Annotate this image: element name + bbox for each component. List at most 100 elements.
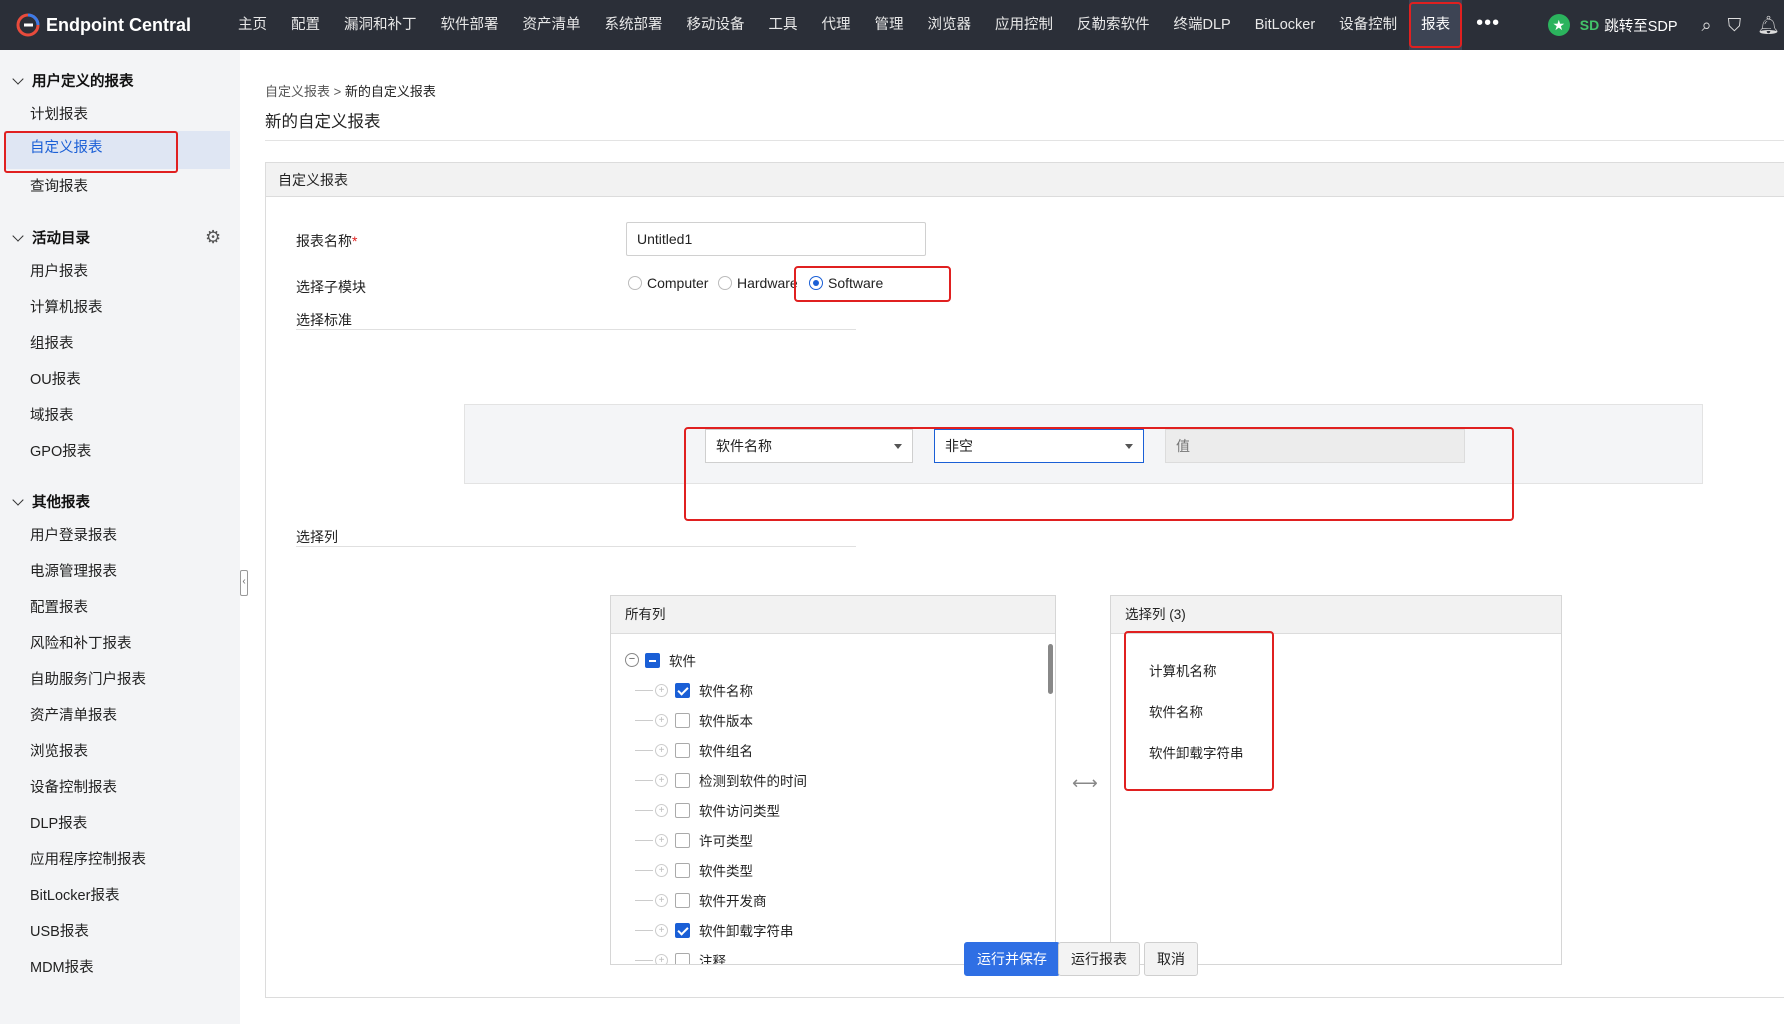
sidebar-item-power-management-reports[interactable]: 电源管理报表 [30, 560, 117, 581]
selected-column-item[interactable]: 软件名称 [1149, 701, 1203, 721]
sidebar-item-browser-reports[interactable]: 浏览报表 [30, 740, 88, 761]
sidebar-item-bitlocker-reports[interactable]: BitLocker报表 [30, 884, 119, 905]
nav-bitlocker[interactable]: BitLocker [1243, 0, 1327, 50]
nav-reports[interactable]: 报表 [1409, 0, 1463, 50]
sidebar-item-mdm-reports[interactable]: MDM报表 [30, 956, 94, 977]
tree-item-checkbox[interactable] [675, 862, 690, 878]
nav-app-control[interactable]: 应用控制 [983, 0, 1065, 50]
sidebar-item-computer-reports[interactable]: 计算机报表 [30, 296, 103, 317]
nav-admin[interactable]: 管理 [863, 0, 916, 50]
nav-vulnerability-patch[interactable]: 漏洞和补丁 [332, 0, 429, 50]
criteria-field-select[interactable]: 软件名称 [705, 429, 913, 463]
nav-home[interactable]: 主页 [226, 0, 279, 50]
tree-item-checkbox[interactable] [675, 772, 690, 788]
nav-agent[interactable]: 代理 [810, 0, 863, 50]
main-content: 自定义报表 > 新的自定义报表 新的自定义报表 自定义报表 报表名称* 选择子模… [265, 50, 1784, 1024]
nav-device-control[interactable]: 设备控制 [1327, 0, 1409, 50]
nav-anti-ransomware[interactable]: 反勒索软件 [1065, 0, 1162, 50]
gear-icon[interactable]: ⚙ [205, 227, 221, 248]
nav-mobile-devices[interactable]: 移动设备 [675, 0, 757, 50]
selected-column-item[interactable]: 软件卸载字符串 [1149, 742, 1244, 762]
tree-connector [635, 839, 653, 841]
main-nav: 主页 配置 漏洞和补丁 软件部署 资产清单 系统部署 移动设备 工具 代理 管理… [226, 0, 1514, 50]
sidebar-item-configuration-reports[interactable]: 配置报表 [30, 596, 88, 617]
tree-item[interactable]: + 许可类型 [635, 830, 753, 850]
tree-root-checkbox[interactable] [645, 652, 660, 668]
nav-tools[interactable]: 工具 [757, 0, 810, 50]
tree-item-checkbox[interactable] [675, 742, 690, 758]
expand-plus-icon: + [655, 893, 668, 907]
breadcrumb-parent[interactable]: 自定义报表 [265, 84, 330, 99]
collapse-minus-icon[interactable]: − [625, 653, 639, 667]
radio-label: Software [828, 275, 884, 291]
nav-os-deployment[interactable]: 系统部署 [593, 0, 675, 50]
sidebar-collapse-handle[interactable]: ‹ [240, 570, 248, 596]
sidebar-section-active-directory[interactable]: 活动目录 [10, 227, 90, 248]
sidebar-item-risk-patch-reports[interactable]: 风险和补丁报表 [30, 632, 132, 653]
sidebar-item-app-control-reports[interactable]: 应用程序控制报表 [30, 848, 146, 869]
tree-item-checkbox[interactable] [675, 892, 690, 908]
tree-item-checkbox[interactable] [675, 802, 690, 818]
shield-icon[interactable]: ⛉ [1728, 15, 1742, 36]
nav-inventory[interactable]: 资产清单 [511, 0, 593, 50]
criteria-operator-select[interactable]: 非空 [934, 429, 1144, 463]
star-icon[interactable]: ★ [1547, 14, 1570, 36]
sidebar-item-domain-reports[interactable]: 域报表 [30, 404, 74, 425]
tree-item[interactable]: + 软件版本 [635, 710, 753, 730]
tree-connector [635, 719, 653, 721]
sidebar-item-ou-reports[interactable]: OU报表 [30, 368, 81, 389]
tree-item[interactable]: + 软件开发商 [635, 890, 767, 910]
selected-column-item[interactable]: 计算机名称 [1149, 660, 1217, 680]
scrollbar-thumb[interactable] [1048, 644, 1053, 694]
expand-plus-icon: + [655, 713, 668, 727]
sidebar-item-scheduled-reports[interactable]: 计划报表 [30, 103, 88, 124]
more-menu-icon[interactable]: ••• [1462, 0, 1514, 50]
tree-item[interactable]: + 注释 [635, 950, 726, 964]
endpoint-central-logo-icon [16, 13, 40, 37]
sidebar-item-gpo-reports[interactable]: GPO报表 [30, 440, 91, 461]
sidebar-section-user-defined[interactable]: 用户定义的报表 [10, 70, 134, 91]
run-and-save-button[interactable]: 运行并保存 [964, 942, 1060, 976]
sidebar-item-inventory-reports[interactable]: 资产清单报表 [30, 704, 117, 725]
sidebar-item-group-reports[interactable]: 组报表 [30, 332, 74, 353]
cancel-button[interactable]: 取消 [1144, 942, 1198, 976]
nav-software-deployment[interactable]: 软件部署 [429, 0, 511, 50]
sidebar-item-device-control-reports[interactable]: 设备控制报表 [30, 776, 117, 797]
run-report-button[interactable]: 运行报表 [1058, 942, 1140, 976]
radio-software[interactable]: Software [809, 275, 883, 291]
criteria-label: 选择标准 [296, 312, 352, 328]
criteria-value-input[interactable] [1165, 429, 1465, 463]
sidebar-item-user-reports[interactable]: 用户报表 [30, 260, 88, 281]
tree-root[interactable]: − 软件 [625, 650, 696, 670]
expand-plus-icon: + [655, 773, 668, 787]
sidebar-item-query-reports[interactable]: 查询报表 [30, 175, 88, 196]
tree-item-checkbox[interactable] [675, 922, 690, 938]
sidebar-item-custom-reports[interactable]: 自定义报表 [4, 131, 230, 173]
search-icon[interactable]: ⌕ [1702, 15, 1712, 36]
tree-item[interactable]: + 软件类型 [635, 860, 753, 880]
radio-hardware[interactable]: Hardware [718, 275, 798, 291]
report-name-input[interactable] [626, 222, 926, 256]
tree-item-checkbox[interactable] [675, 952, 690, 964]
tree-item[interactable]: + 软件访问类型 [635, 800, 780, 820]
tree-item-checkbox[interactable] [675, 832, 690, 848]
tree-item[interactable]: + 软件组名 [635, 740, 753, 760]
tree-item-checkbox[interactable] [675, 712, 690, 728]
radio-computer[interactable]: Computer [628, 275, 708, 291]
nav-configuration[interactable]: 配置 [279, 0, 332, 50]
sidebar-item-usb-reports[interactable]: USB报表 [30, 920, 89, 941]
expand-plus-icon: + [655, 743, 668, 757]
tree-item[interactable]: + 检测到软件的时间 [635, 770, 807, 790]
nav-browsers[interactable]: 浏览器 [916, 0, 984, 50]
tree-item[interactable]: + 软件卸载字符串 [635, 920, 794, 940]
tree-item[interactable]: + 软件名称 [635, 680, 753, 700]
sidebar-item-user-logon-reports[interactable]: 用户登录报表 [30, 524, 117, 545]
sidebar-item-self-service-reports[interactable]: 自助服务门户报表 [30, 668, 146, 689]
sdp-link[interactable]: SD 跳转至SDP [1580, 15, 1678, 36]
notification-bell-icon[interactable]: 🔔︎ [1757, 15, 1780, 36]
tree-item-checkbox[interactable] [675, 682, 690, 698]
sidebar-section-other-reports[interactable]: 其他报表 [10, 491, 90, 512]
sidebar-item-dlp-reports[interactable]: DLP报表 [30, 812, 87, 833]
nav-endpoint-dlp[interactable]: 终端DLP [1162, 0, 1243, 50]
brand[interactable]: Endpoint Central [0, 13, 210, 37]
